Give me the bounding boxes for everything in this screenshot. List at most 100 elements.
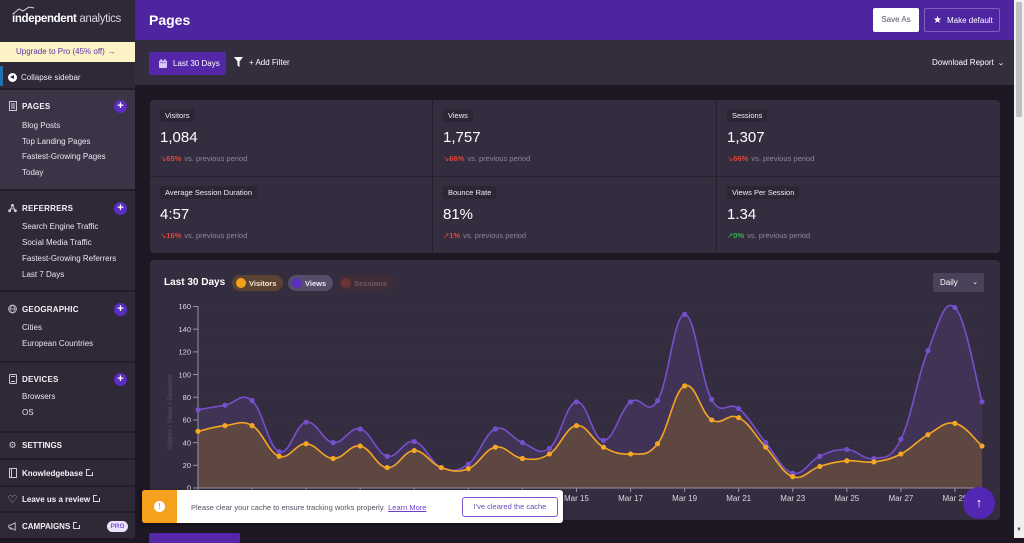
sidebar-item-social-media-traffic[interactable]: Social Media Traffic — [22, 238, 92, 247]
legend-dot-views — [292, 278, 302, 288]
stat-change: ↗1% vs. previous period — [443, 231, 526, 240]
notice-text: Please clear your cache to ensure tracki… — [191, 503, 386, 512]
x-tick-label: Mar 19 — [672, 494, 697, 503]
y-tick-label: 80 — [183, 393, 191, 402]
x-tick-label: Mar 27 — [888, 494, 913, 503]
stat-label: Average Session Duration — [160, 186, 257, 199]
knowledgebase-label: Knowledgebase — [22, 467, 94, 478]
globe-icon — [8, 304, 17, 314]
sidebar-header-referrers[interactable]: REFERRERS + — [0, 200, 135, 216]
date-range-label: Last 30 Days — [173, 59, 220, 68]
sidebar-settings[interactable]: ⚙ SETTINGS — [0, 433, 135, 457]
stat-value: 81% — [443, 206, 474, 223]
sidebar-review-link[interactable]: ♡ Leave us a review — [0, 487, 135, 511]
visitors-point — [546, 451, 553, 457]
visitors-point — [438, 464, 444, 471]
views-point — [763, 440, 769, 446]
add-filter-button[interactable]: + Add Filter — [234, 57, 290, 67]
sidebar-item-blog-posts[interactable]: Blog Posts — [22, 121, 60, 130]
learn-more-link[interactable]: Learn More — [388, 503, 426, 512]
stat-label: Sessions — [727, 109, 768, 122]
sidebar-item-os[interactable]: OS — [22, 408, 34, 417]
divider — [0, 458, 135, 460]
page-header: Pages Save As ★ Make default — [135, 0, 1014, 40]
sidebar-item-browsers[interactable]: Browsers — [22, 392, 55, 401]
add-report-button[interactable]: + — [114, 201, 127, 215]
stat-value: 1.34 — [727, 206, 757, 223]
y-tick-label: 100 — [178, 370, 191, 379]
heart-icon: ♡ — [7, 493, 18, 506]
sidebar-header-label: PAGES — [22, 101, 51, 111]
sidebar-item-european-countries[interactable]: European Countries — [22, 339, 93, 348]
stat-change-percent: 66% — [733, 154, 749, 163]
legend-toggle-views[interactable]: Views — [288, 275, 334, 291]
sidebar-header-pages[interactable]: PAGES + — [0, 98, 135, 114]
visitors-point — [411, 447, 417, 454]
external-link-icon — [93, 493, 102, 502]
sidebar-item-search-engine-traffic[interactable]: Search Engine Traffic — [22, 222, 98, 231]
partial-button[interactable] — [149, 533, 240, 543]
views-point — [925, 348, 931, 354]
sidebar-section-geographic: GEOGRAPHIC + Cities European Countries — [0, 292, 135, 361]
document-icon — [8, 101, 17, 111]
logo[interactable]: independent analytics — [12, 6, 121, 25]
traffic-chart: 020406080100120140160Visitors / Views / … — [167, 302, 985, 503]
scroll-down-arrow-icon[interactable]: ▼ — [1016, 527, 1022, 533]
divider — [150, 176, 1000, 177]
stat-change-percent: 16% — [166, 231, 182, 240]
views-point — [573, 399, 580, 405]
scrollbar-thumb[interactable] — [1016, 2, 1022, 117]
stat-change-suffix: vs. previous period — [463, 231, 527, 240]
sidebar-item-fastest-growing-pages[interactable]: Fastest-Growing Pages — [22, 152, 106, 161]
sidebar-section-pages: PAGES + Blog Posts Top Landing Pages Fas… — [0, 90, 135, 189]
sidebar-item-today[interactable]: Today — [22, 168, 43, 177]
date-range-button[interactable]: Last 30 Days — [149, 52, 226, 75]
sidebar-item-top-landing-pages[interactable]: Top Landing Pages — [22, 137, 91, 146]
legend-toggle-sessions[interactable]: Sessions — [337, 275, 394, 291]
visitors-point — [222, 423, 228, 429]
legend-toggle-visitors[interactable]: Visitors — [232, 275, 284, 291]
views-point — [709, 396, 715, 403]
download-report-button[interactable]: Download Report ⌄ — [932, 58, 1005, 67]
sidebar-campaigns-link[interactable]: CAMPAIGNS PRO — [0, 514, 135, 538]
filter-icon — [234, 57, 243, 67]
sidebar-header-label: DEVICES — [22, 374, 59, 384]
visitors-point — [817, 463, 823, 470]
megaphone-icon — [8, 521, 17, 531]
warning-icon: ! — [154, 501, 165, 512]
collapse-sidebar-button[interactable]: Collapse sidebar — [0, 66, 135, 88]
sidebar-item-cities[interactable]: Cities — [22, 323, 42, 332]
visitors-point — [736, 415, 742, 421]
sidebar-header-geographic[interactable]: GEOGRAPHIC + — [0, 301, 135, 317]
interval-select[interactable]: Daily ⌄ — [933, 273, 984, 292]
views-point — [276, 449, 282, 455]
settings-label: SETTINGS — [22, 440, 63, 450]
chart-card: 0 20 40 60 80 100 120 140 160 Visitors / Views / … — [150, 260, 1000, 520]
add-report-button[interactable]: + — [114, 302, 127, 316]
sidebar-item-last-7-days[interactable]: Last 7 Days — [22, 270, 64, 279]
add-report-button[interactable]: + — [114, 372, 127, 386]
make-default-label: Make default — [946, 15, 993, 25]
stat-label: Views — [443, 109, 473, 122]
make-default-button[interactable]: ★ Make default — [924, 8, 1000, 32]
sidebar-header-label: GEOGRAPHIC — [22, 304, 79, 314]
visitors-point — [384, 464, 390, 471]
scroll-to-top-button[interactable]: ↑ — [963, 487, 995, 519]
views-point — [411, 438, 417, 445]
upgrade-to-pro-link[interactable]: Upgrade to Pro (45% off) → — [0, 42, 135, 62]
views-point — [384, 453, 390, 459]
page-scrollbar[interactable]: ▼ — [1014, 0, 1024, 538]
save-as-button[interactable]: Save As — [873, 8, 919, 32]
stat-change-percent: 0% — [733, 231, 745, 240]
add-report-button[interactable]: + — [114, 99, 127, 113]
stat-change: ↘66% vs. previous period — [443, 154, 530, 163]
views-point — [330, 440, 336, 446]
visitors-point — [844, 458, 850, 464]
stat-label: Visitors — [160, 109, 195, 122]
sidebar-header-devices[interactable]: DEVICES + — [0, 371, 135, 387]
cleared-cache-button[interactable]: I've cleared the cache — [462, 497, 558, 517]
sidebar-knowledgebase-link[interactable]: Knowledgebase — [0, 461, 135, 485]
sidebar-item-fastest-growing-referrers[interactable]: Fastest-Growing Referrers — [22, 254, 116, 263]
logo-bold-text: independent — [12, 13, 77, 25]
views-point — [519, 440, 526, 446]
